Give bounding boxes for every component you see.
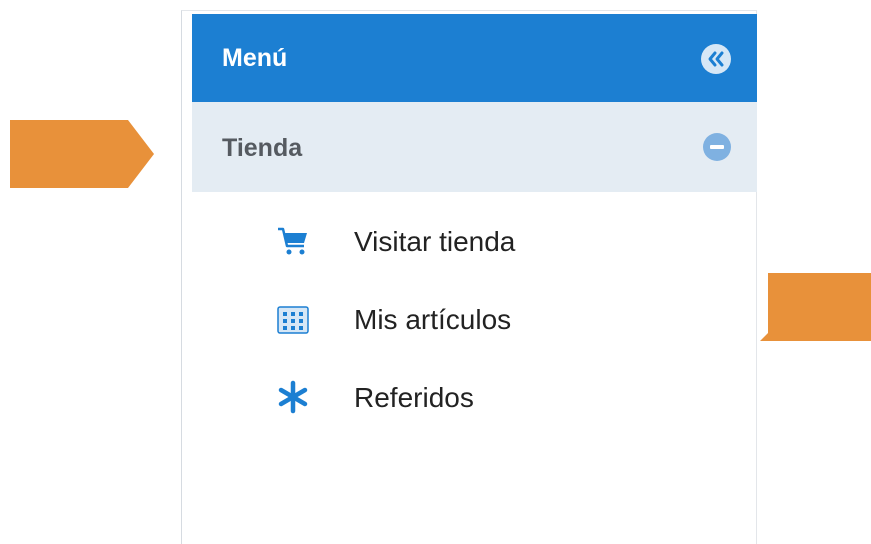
menu-item-label: Visitar tienda (354, 226, 516, 257)
menu-item-label: Mis artículos (354, 304, 512, 335)
menu-item-referidos[interactable]: Referidos (192, 366, 757, 426)
menu-item-label: Referidos (354, 382, 474, 413)
double-chevron-left-icon[interactable] (701, 44, 731, 74)
grid-icon (277, 306, 309, 334)
menu-header: Menú (192, 14, 757, 102)
section-title: Tienda (222, 134, 303, 162)
menu-item-mis-articulos[interactable]: Mis artículos (192, 288, 757, 348)
sidebar-panel: Menú Tienda Visitar tienda Mis artículos… (181, 10, 757, 544)
menu-title: Menú (222, 44, 288, 72)
collapse-glyph (708, 51, 724, 67)
stage: Menú Tienda Visitar tienda Mis artículos… (0, 0, 871, 544)
asterisk-icon (278, 380, 308, 414)
annotation-arrow-left (10, 120, 154, 188)
section-header-tienda[interactable]: Tienda (192, 102, 757, 192)
cart-icon (278, 227, 307, 255)
menu-item-visitar-tienda[interactable]: Visitar tienda (192, 210, 757, 270)
minus-circle-icon[interactable] (703, 133, 731, 161)
annotation-marker-right (760, 273, 871, 341)
